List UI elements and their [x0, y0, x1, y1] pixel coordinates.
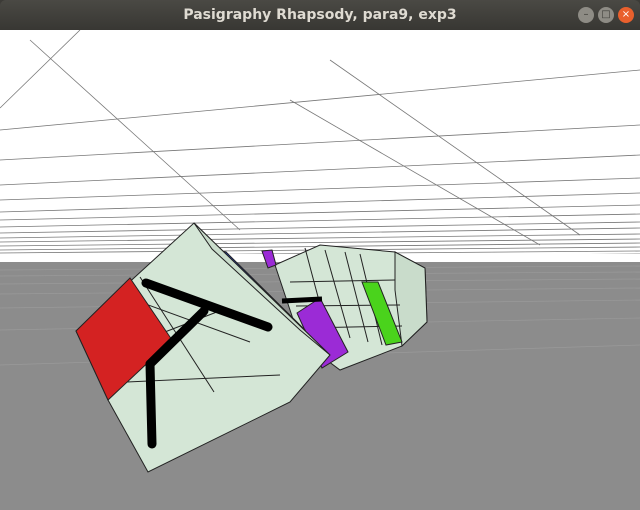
app-window: Pasigraphy Rhapsody, para9, exp3 – □ ×	[0, 0, 640, 510]
maximize-icon: □	[601, 9, 611, 20]
minimize-button[interactable]: –	[578, 7, 594, 23]
maximize-button[interactable]: □	[598, 7, 614, 23]
scene-canvas[interactable]	[0, 30, 640, 510]
close-button[interactable]: ×	[618, 7, 634, 23]
minimize-icon: –	[583, 9, 589, 20]
3d-viewport[interactable]	[0, 30, 640, 510]
black-bar-vert	[145, 359, 157, 449]
window-title: Pasigraphy Rhapsody, para9, exp3	[183, 7, 457, 23]
title-bar[interactable]: Pasigraphy Rhapsody, para9, exp3 – □ ×	[0, 0, 640, 30]
close-icon: ×	[621, 9, 631, 20]
